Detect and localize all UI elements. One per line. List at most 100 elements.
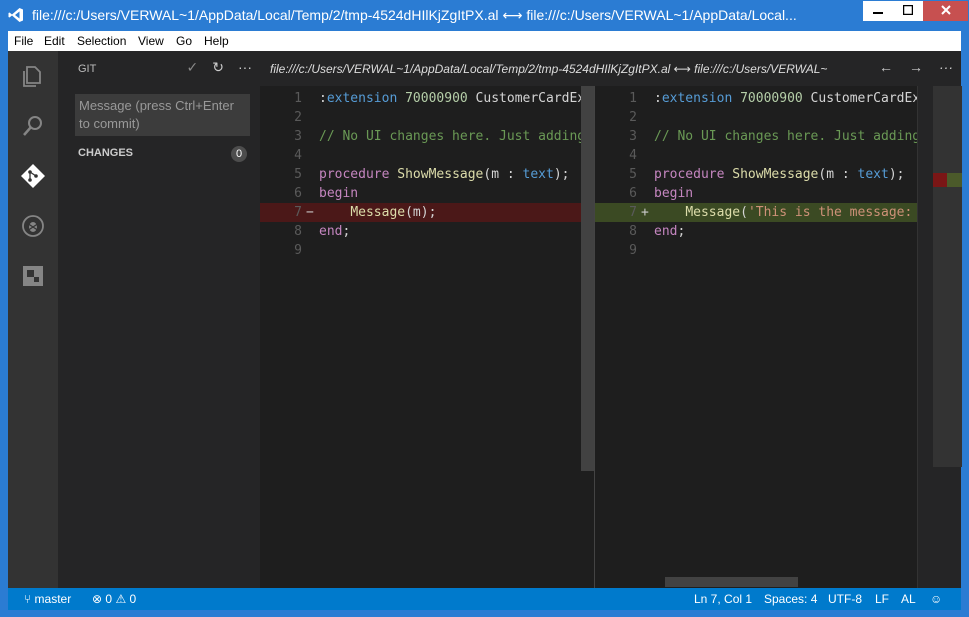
vscode-logo-icon <box>8 8 23 22</box>
window-title: file:///c:/Users/VERWAL~1/AppData/Local/… <box>32 7 797 23</box>
maximize-button[interactable] <box>893 1 923 21</box>
refresh-icon[interactable]: ↻ <box>212 59 224 76</box>
left-code-line[interactable]: 4 <box>260 146 594 165</box>
overview-added-marker <box>947 173 962 187</box>
line-number: 5 <box>294 167 302 182</box>
changes-count-badge: 0 <box>231 146 247 162</box>
commit-check-icon[interactable]: ✓ <box>187 59 199 76</box>
menu-edit[interactable]: Edit <box>44 34 65 48</box>
right-code-line[interactable]: 5 procedure ShowMessage(m : text); <box>595 165 917 184</box>
overview-removed-marker <box>933 173 947 187</box>
line-number: 2 <box>629 110 637 125</box>
code-text: :extension 70000900 CustomerCardExten <box>654 91 917 106</box>
previous-change-icon[interactable]: ← <box>879 59 893 75</box>
git-branch-icon: ⑂ <box>24 592 32 606</box>
line-number: 4 <box>629 148 637 163</box>
minimize-button[interactable] <box>863 1 893 21</box>
code-text: // No UI changes here. Just adding a <box>654 129 917 144</box>
code-text: end; <box>654 224 686 239</box>
left-code-line[interactable]: 2 <box>260 108 594 127</box>
overview-ruler[interactable] <box>917 86 962 588</box>
cursor-position[interactable]: Ln 7, Col 1 <box>694 592 752 606</box>
line-number: 3 <box>629 129 637 144</box>
right-code-line[interactable]: 6 begin <box>595 184 917 203</box>
modified-pane[interactable]: 1 :extension 70000900 CustomerCardExten 2 3… <box>595 86 917 588</box>
line-number: 2 <box>294 110 302 125</box>
commit-message-input[interactable]: Message (press Ctrl+Enter to commit) <box>75 94 250 136</box>
problems-indicator[interactable]: ⊗ 0 ⚠ 0 <box>92 592 136 606</box>
editor-tab[interactable]: file:///c:/Users/VERWAL~1/AppData/Local/… <box>260 51 961 86</box>
line-number: 5 <box>629 167 637 182</box>
code-text: Message(m); <box>350 205 437 220</box>
debug-button[interactable] <box>8 201 58 251</box>
menu-bar: File Edit Selection View Go Help <box>8 31 961 51</box>
code-text: procedure ShowMessage(m : text); <box>654 167 905 182</box>
close-button[interactable] <box>923 1 968 21</box>
menu-file[interactable]: File <box>14 34 33 48</box>
original-pane[interactable]: 1:extension 70000900 CustomerCardExten 2 3… <box>260 86 594 588</box>
menu-view[interactable]: View <box>138 34 164 48</box>
extensions-icon <box>23 266 43 286</box>
line-number: 1 <box>629 91 637 106</box>
right-code-line[interactable]: 8 end; <box>595 222 917 241</box>
branch-name: master <box>34 592 72 606</box>
status-bar: ⑂ master ⊗ 0 ⚠ 0 Ln 7, Col 1 Spaces: 4 U… <box>8 588 961 610</box>
code-text: // No UI changes here. Just adding a <box>319 129 594 144</box>
diff-marker: − <box>306 205 314 220</box>
extensions-button[interactable] <box>8 251 58 301</box>
left-code-line[interactable]: 9 <box>260 241 594 260</box>
line-number: 4 <box>294 148 302 163</box>
encoding[interactable]: UTF-8 <box>828 592 862 606</box>
error-icon: ⊗ <box>92 592 103 606</box>
right-code-line[interactable]: 2 <box>595 108 917 127</box>
left-code-line[interactable]: 8 end; <box>260 222 594 241</box>
right-code-line[interactable]: 4 <box>595 146 917 165</box>
line-number: 8 <box>629 224 637 239</box>
code-text: end; <box>319 224 351 239</box>
sidebar-actions: ✓ ↻ ··· <box>187 59 252 76</box>
more-icon[interactable]: ··· <box>238 59 252 76</box>
left-code-line[interactable]: 7− Message(m); <box>260 203 594 222</box>
right-code-line[interactable]: 9 <box>595 241 917 260</box>
left-scrollbar[interactable] <box>581 86 594 471</box>
warning-count: 0 <box>129 592 137 606</box>
menu-selection[interactable]: Selection <box>77 34 126 48</box>
left-code-line[interactable]: 3 // No UI changes here. Just adding a <box>260 127 594 146</box>
activity-bar <box>8 51 58 588</box>
line-number: 9 <box>629 243 637 258</box>
right-code-line[interactable]: 7 + Message('This is the message: %1 <box>595 203 917 222</box>
code-text: begin <box>654 186 694 201</box>
code-text: Message('This is the message: %1 <box>685 205 917 220</box>
more-actions-icon[interactable]: ··· <box>939 59 953 75</box>
branch-indicator[interactable]: ⑂ master <box>24 592 71 606</box>
left-code-line[interactable]: 6 begin <box>260 184 594 203</box>
indentation[interactable]: Spaces: 4 <box>764 592 817 606</box>
right-code-line[interactable]: 1 :extension 70000900 CustomerCardExten <box>595 89 917 108</box>
window-frame: file:///c:/Users/VERWAL~1/AppData/Local/… <box>0 0 969 617</box>
search-button[interactable] <box>8 101 58 151</box>
language-mode[interactable]: AL <box>901 592 916 606</box>
line-number: 3 <box>294 129 302 144</box>
editor-tab-title: file:///c:/Users/VERWAL~1/AppData/Local/… <box>270 62 828 76</box>
line-number: 7 <box>629 205 637 220</box>
next-change-icon[interactable]: → <box>909 59 923 75</box>
feedback-smiley-icon[interactable]: ☺ <box>930 592 942 606</box>
code-text: procedure ShowMessage(m : text); <box>319 167 570 182</box>
left-code-line[interactable]: 5 procedure ShowMessage(m : text); <box>260 165 594 184</box>
debug-icon <box>22 215 44 237</box>
horizontal-scrollbar[interactable] <box>665 577 798 587</box>
explorer-button[interactable] <box>8 51 58 101</box>
git-button[interactable] <box>8 151 58 201</box>
overview-viewport[interactable] <box>933 86 962 467</box>
menu-help[interactable]: Help <box>204 34 229 48</box>
error-count: 0 <box>105 592 113 606</box>
code-text: begin <box>319 186 359 201</box>
git-sidebar: GIT ✓ ↻ ··· Message (press Ctrl+Enter to… <box>58 51 260 588</box>
changes-header[interactable]: CHANGES <box>78 147 133 159</box>
close-icon <box>940 5 951 15</box>
right-code-line[interactable]: 3 // No UI changes here. Just adding a <box>595 127 917 146</box>
line-ending[interactable]: LF <box>875 592 889 606</box>
menu-go[interactable]: Go <box>176 34 192 48</box>
line-number: 6 <box>629 186 637 201</box>
left-code-line[interactable]: 1:extension 70000900 CustomerCardExten <box>260 89 594 108</box>
